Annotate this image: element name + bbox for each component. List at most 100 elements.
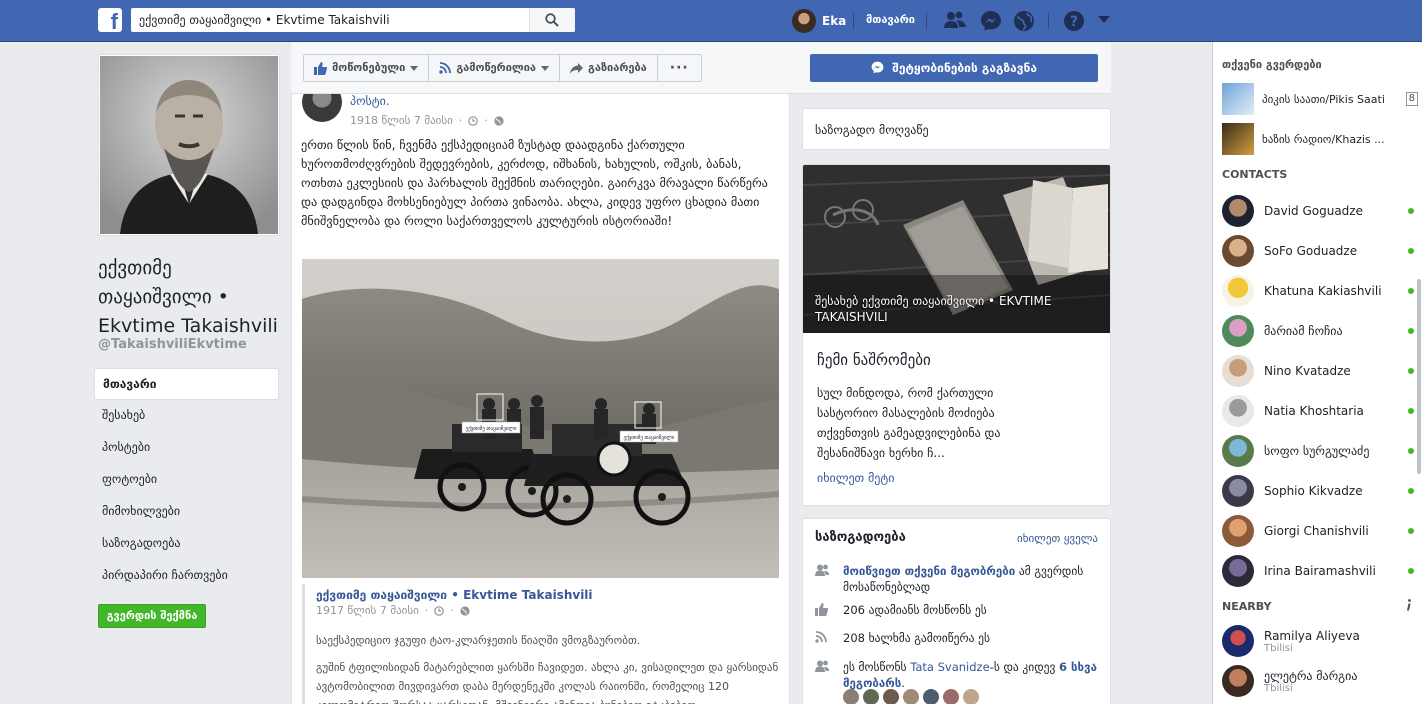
community-title[interactable]: საზოგადოება	[815, 530, 906, 545]
avatar[interactable]	[923, 689, 939, 704]
globe-icon[interactable]	[1013, 10, 1035, 32]
nav-item-reviews[interactable]: მიმოხილვები	[94, 496, 279, 528]
chat-page-item[interactable]: პიკის საათი/Pikis Saati 8	[1222, 83, 1418, 115]
post-author-avatar[interactable]	[302, 94, 342, 122]
page-category[interactable]: საზოგადო მოღვაწე	[815, 123, 929, 137]
friends-icon	[815, 564, 829, 576]
contact-name: ელეტრა მარგია	[1264, 668, 1358, 683]
nav-item-posts[interactable]: პოსტები	[94, 432, 279, 464]
top-navigation-bar: f Eka მთავარი ?	[0, 0, 1422, 42]
contact-item[interactable]: Khatuna Kakiashvili	[1222, 273, 1414, 309]
messenger-icon[interactable]	[980, 10, 1002, 32]
follow-label: გამოწერილია	[456, 61, 537, 74]
post-card: პოსტი. 1918 წლის 7 მაისი · · ერთი წლის წ…	[291, 94, 790, 704]
portrait-image	[100, 56, 278, 234]
search-input[interactable]	[131, 8, 527, 32]
nav-item-photos[interactable]: ფოტოები	[94, 464, 279, 496]
globe-icon	[494, 115, 504, 126]
likes-count: 206 ადამიანს მოსწონს ეს	[843, 603, 987, 617]
search-icon	[545, 13, 559, 27]
see-more-link[interactable]: იხილეთ მეტი	[817, 471, 894, 485]
online-indicator	[1408, 448, 1414, 454]
contact-name: Khatuna Kakiashvili	[1264, 284, 1382, 298]
post-photo[interactable]: ექვთიმე თაყაიშვილი ექვთიმე თაყაიშვილი	[302, 259, 779, 578]
divider	[1048, 13, 1049, 29]
location: Tbilisi	[1264, 642, 1293, 654]
nearby-item[interactable]: Ramilya Aliyeva Tbilisi	[1222, 623, 1414, 659]
page-username[interactable]: @TakaishviliEkvtime	[98, 337, 247, 352]
photo-tag-1[interactable]: ექვთიმე თაყაიშვილი	[466, 425, 517, 432]
nav-item-home[interactable]: მთავარი	[94, 368, 279, 400]
nav-item-live-videos[interactable]: პირდაპირი ჩართვები	[94, 560, 279, 592]
follow-button[interactable]: გამოწერილია	[429, 55, 561, 81]
contact-item[interactable]: Giorgi Chanishvili	[1222, 513, 1414, 549]
help-icon[interactable]: ?	[1063, 10, 1085, 32]
about-description: სულ მინდოდა, რომ ქართული სასტორიო მასალე…	[817, 386, 1001, 460]
post-link[interactable]: პოსტი.	[350, 94, 390, 108]
contact-name: Irina Bairamashvili	[1264, 564, 1376, 578]
avatar	[1222, 555, 1254, 587]
contact-item[interactable]: Natia Khoshtaria	[1222, 393, 1414, 429]
chat-scrollbar[interactable]	[1417, 279, 1421, 474]
friend-link[interactable]: Tata Svanidze	[910, 660, 989, 674]
avatar[interactable]	[863, 689, 879, 704]
avatar[interactable]	[843, 689, 859, 704]
page-label: ხაზის რადიო/Khazis ...	[1262, 132, 1385, 146]
post-date[interactable]: 1918 წლის 7 მაისი	[350, 114, 453, 127]
user-name: Eka	[822, 14, 847, 28]
contact-name: Nino Kvatadze	[1264, 364, 1351, 378]
about-title[interactable]: ჩემი ნაშრომები	[817, 351, 931, 369]
contact-item[interactable]: Irina Bairamashvili	[1222, 553, 1414, 589]
avatar[interactable]	[943, 689, 959, 704]
contact-name: SoFo Goduadze	[1264, 244, 1358, 258]
invite-friends-link[interactable]: მოიწვიეთ თქვენი მეგობრები	[843, 564, 1015, 578]
page-title[interactable]: ექვთიმე თაყაიშვილი • Ekvtime Takaishvili	[98, 254, 288, 341]
share-button[interactable]: გაზიარება	[560, 55, 658, 81]
contact-item[interactable]: Nino Kvatadze	[1222, 353, 1414, 389]
caret-down-icon	[541, 65, 550, 71]
about-cover-image[interactable]: შესახებ ექვთიმე თაყაიშვილი • EKVTIME TAK…	[803, 165, 1110, 333]
contact-item[interactable]: სოფო სურგულაძე	[1222, 433, 1414, 469]
shared-post-date[interactable]: 1917 წლის 7 მაისი	[316, 604, 419, 617]
about-caption: შესახებ ექვთიმე თაყაიშვილი • EKVTIME TAK…	[815, 294, 1052, 324]
see-all-link[interactable]: იხილეთ ყველა	[1017, 532, 1098, 545]
shared-post-author[interactable]: ექვთიმე თაყაიშვილი • Ekvtime Takaishvili	[316, 588, 780, 602]
avatar[interactable]	[883, 689, 899, 704]
avatar	[1222, 315, 1254, 347]
send-message-button[interactable]: შეტყობინების გაგზავნა	[810, 54, 1098, 82]
info-icon[interactable]	[1406, 599, 1412, 611]
friends-like-text: .	[901, 676, 905, 690]
profile-link[interactable]: Eka	[792, 8, 846, 34]
friends-icon[interactable]	[944, 10, 966, 30]
friends-like-text: ეს მოსწონს	[843, 660, 911, 674]
page-label: პიკის საათი/Pikis Saati	[1262, 92, 1385, 106]
contact-item[interactable]: მარიამ ჩოჩია	[1222, 313, 1414, 349]
clock-icon	[468, 115, 479, 126]
online-indicator	[1408, 528, 1414, 534]
contact-item[interactable]: David Goguadze	[1222, 193, 1414, 229]
divider	[926, 13, 927, 29]
nav-item-about[interactable]: შესახებ	[94, 400, 279, 432]
nav-item-community[interactable]: საზოგადოება	[94, 528, 279, 560]
contact-item[interactable]: Sophio Kikvadze	[1222, 473, 1414, 509]
avatar	[1222, 625, 1254, 657]
like-button[interactable]: მოწონებული	[304, 55, 430, 81]
profile-picture[interactable]	[98, 54, 280, 236]
facebook-logo[interactable]: f	[98, 8, 122, 32]
online-indicator	[1408, 328, 1414, 334]
home-link[interactable]: მთავარი	[866, 13, 915, 26]
your-pages-title: თქვენი გვერდები	[1222, 58, 1322, 71]
avatar[interactable]	[963, 689, 979, 704]
contact-item[interactable]: SoFo Goduadze	[1222, 233, 1414, 269]
avatar[interactable]	[903, 689, 919, 704]
friends-like-text: -ს და კიდევ	[989, 660, 1060, 674]
photo-tag-2[interactable]: ექვთიმე თაყაიშვილი	[624, 434, 675, 441]
contact-name: Natia Khoshtaria	[1264, 404, 1364, 418]
nearby-item[interactable]: ელეტრა მარგია Tbilisi	[1222, 663, 1414, 699]
more-options-button[interactable]: ···	[658, 55, 701, 81]
caret-down-icon[interactable]	[1098, 16, 1110, 24]
search-button[interactable]	[529, 8, 575, 32]
avatar	[1222, 235, 1254, 267]
create-page-button[interactable]: გვერდის შექმნა	[98, 604, 206, 628]
chat-page-item[interactable]: ხაზის რადიო/Khazis ...	[1222, 123, 1418, 155]
